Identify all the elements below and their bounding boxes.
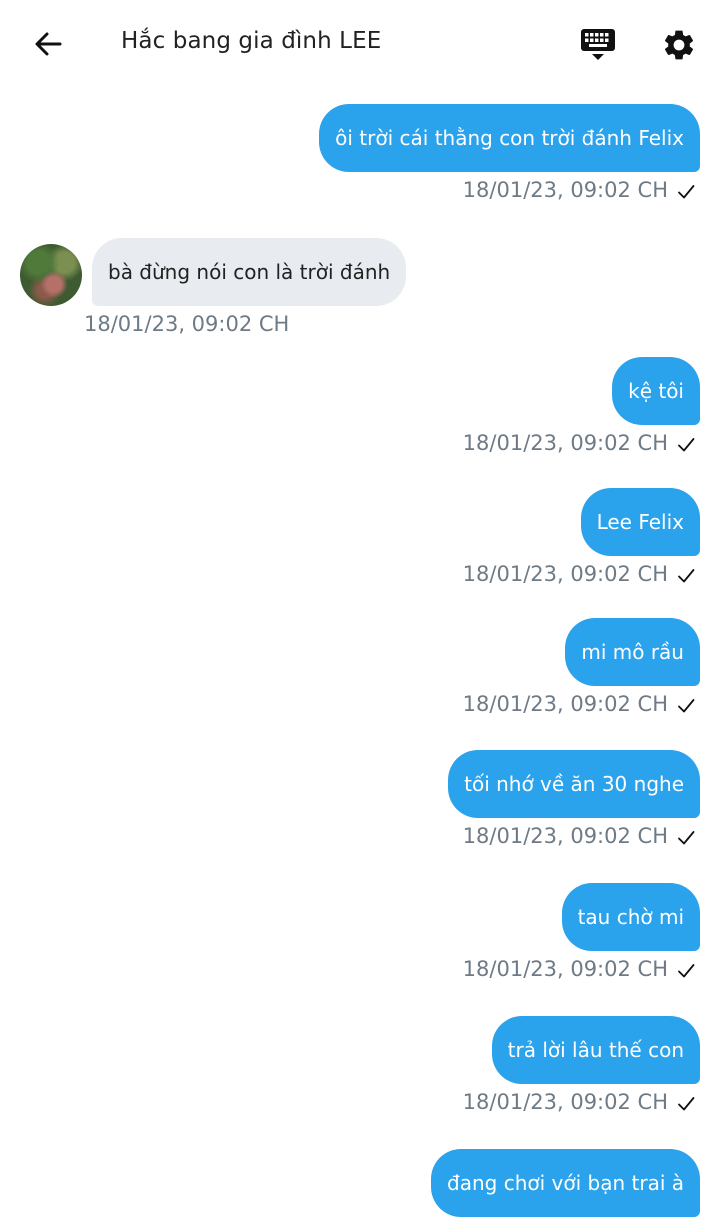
check-icon — [678, 699, 695, 713]
message-timestamp: 18/01/23, 09:02 CH — [462, 178, 668, 202]
chat-screen: Hắc bang gia đình LEE ôi trời cái thằng … — [0, 0, 720, 1228]
message-bubble[interactable]: Lee Felix — [580, 488, 700, 556]
message-bubble[interactable]: đang chơi với bạn trai à — [431, 1149, 700, 1217]
message-bubble[interactable]: tối nhớ về ăn 30 nghe — [448, 750, 700, 818]
check-icon — [678, 569, 695, 583]
message-bubble[interactable]: trả lời lâu thế con — [491, 1016, 700, 1084]
message-timestamp: 18/01/23, 09:02 CH — [462, 431, 668, 455]
message-timestamp: 18/01/23, 09:02 CH — [462, 1090, 668, 1114]
gear-icon — [664, 30, 694, 60]
message-bubble[interactable]: bà đừng nói con là trời đánh — [92, 238, 407, 306]
message-bubble[interactable]: kệ tôi — [612, 357, 700, 425]
arrow-left-icon — [35, 32, 62, 56]
message-timestamp: 18/01/23, 09:02 CH — [462, 824, 668, 848]
message-timestamp: 18/01/23, 09:02 CH — [462, 692, 668, 716]
keyboard-icon — [581, 29, 615, 60]
check-icon — [678, 964, 695, 978]
check-icon — [678, 1097, 695, 1111]
chat-title: Hắc bang gia đình LEE — [121, 28, 382, 54]
message-bubble[interactable]: ôi trời cái thằng con trời đánh Felix — [319, 104, 700, 172]
message-timestamp: 18/01/23, 09:02 CH — [84, 312, 290, 336]
chat-header: Hắc bang gia đình LEE — [0, 0, 720, 88]
keyboard-button[interactable] — [576, 22, 620, 66]
message-timestamp: 18/01/23, 09:02 CH — [462, 957, 668, 981]
check-icon — [678, 438, 695, 452]
message-bubble[interactable]: tau chờ mi — [561, 883, 700, 951]
check-icon — [678, 185, 695, 199]
message-timestamp: 18/01/23, 09:02 CH — [462, 562, 668, 586]
settings-button[interactable] — [656, 22, 702, 68]
message-bubble[interactable]: mi mô rầu — [565, 618, 700, 686]
back-button[interactable] — [26, 22, 70, 66]
avatar[interactable] — [20, 244, 82, 306]
check-icon — [678, 831, 695, 845]
